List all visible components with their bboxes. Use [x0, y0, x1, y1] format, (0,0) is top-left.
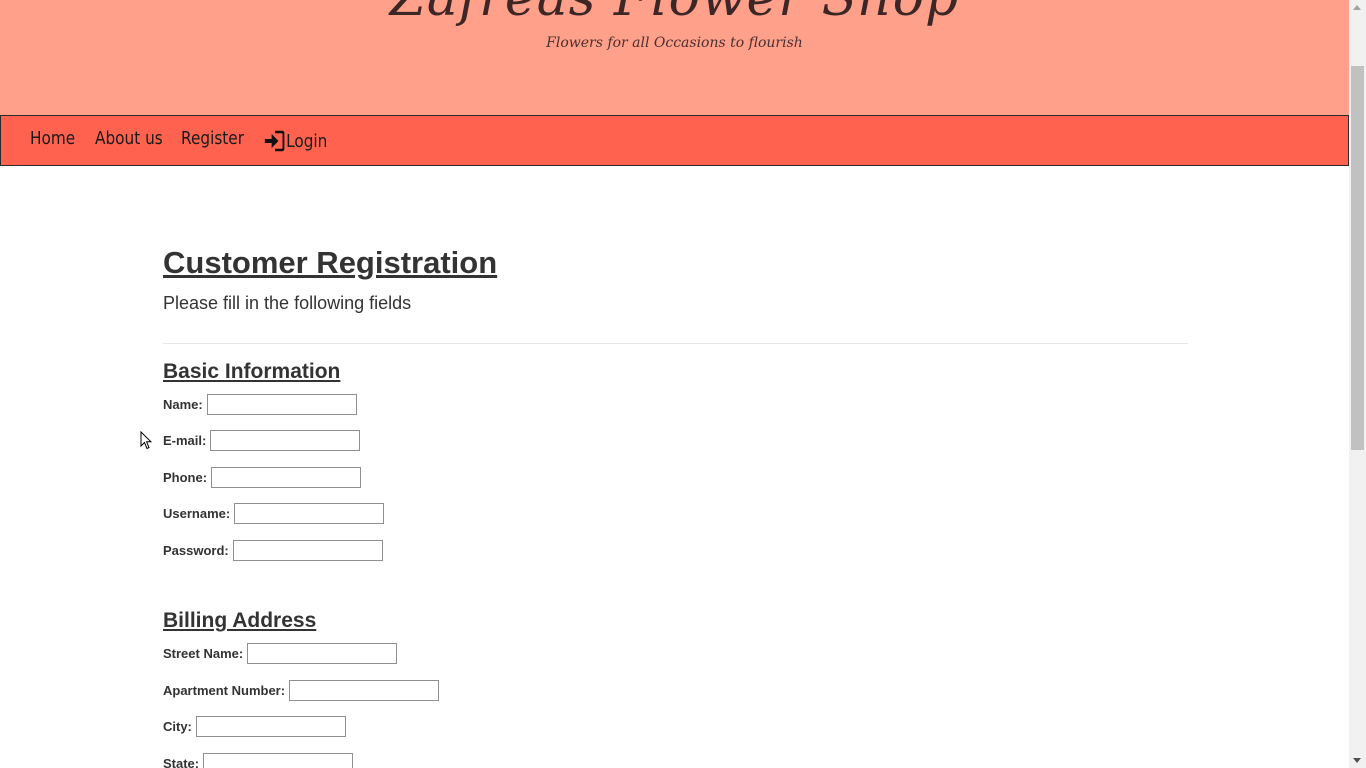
- scroll-down-arrow-icon[interactable]: [1353, 758, 1361, 763]
- email-field-row: E-mail:: [163, 430, 361, 451]
- divider: [163, 343, 1188, 344]
- street-name-field-row: Street Name:: [163, 643, 398, 664]
- nav-login-link[interactable]: Login: [264, 130, 327, 152]
- nav-register-link[interactable]: Register: [181, 128, 244, 149]
- city-field-row: City:: [163, 716, 346, 737]
- city-label: City:: [163, 719, 192, 734]
- password-label: Password:: [163, 543, 229, 558]
- apartment-number-input[interactable]: [289, 680, 440, 701]
- name-field-row: Name:: [163, 394, 357, 415]
- nav-about-link[interactable]: About us: [95, 128, 163, 149]
- page-title: Customer Registration: [163, 245, 498, 280]
- state-field-row: State:: [163, 753, 354, 768]
- state-label: State:: [163, 756, 200, 768]
- apartment-number-field-row: Apartment Number:: [163, 680, 440, 701]
- nav-login-label: Login: [286, 130, 328, 152]
- password-input[interactable]: [232, 540, 383, 561]
- nav-home-link[interactable]: Home: [30, 128, 75, 149]
- phone-input[interactable]: [211, 467, 362, 488]
- state-input[interactable]: [203, 753, 354, 768]
- username-field-row: Username:: [163, 503, 385, 524]
- shop-title: Zafreas Flower Shop: [0, 0, 1349, 28]
- apartment-number-label: Apartment Number:: [163, 683, 286, 698]
- username-input[interactable]: [234, 503, 385, 524]
- name-input[interactable]: [206, 394, 357, 415]
- page-subtitle: Please fill in the following fields: [163, 293, 412, 313]
- phone-field-row: Phone:: [163, 467, 362, 488]
- basic-information-heading: Basic Information: [163, 360, 341, 383]
- phone-label: Phone:: [163, 470, 208, 485]
- password-field-row: Password:: [163, 540, 383, 561]
- name-label: Name:: [163, 397, 203, 412]
- street-name-label: Street Name:: [163, 646, 244, 661]
- username-label: Username:: [163, 506, 231, 521]
- mouse-cursor-icon: [140, 431, 152, 450]
- city-input[interactable]: [195, 716, 346, 737]
- scrollbar-thumb[interactable]: [1351, 66, 1364, 450]
- street-name-input[interactable]: [247, 643, 398, 664]
- email-input[interactable]: [210, 430, 361, 451]
- scroll-up-arrow-icon[interactable]: [1353, 5, 1361, 10]
- login-icon: [264, 130, 285, 152]
- email-label: E-mail:: [163, 433, 207, 448]
- header-banner: Zafreas Flower Shop Flowers for all Occa…: [0, 0, 1349, 115]
- nav-bar: Home About us Register Login: [0, 115, 1349, 166]
- billing-address-heading: Billing Address: [163, 609, 317, 632]
- shop-tagline: Flowers for all Occasions to flourish: [546, 35, 803, 51]
- page: Zafreas Flower Shop Flowers for all Occa…: [0, 0, 1349, 768]
- vertical-scrollbar[interactable]: [1349, 0, 1366, 768]
